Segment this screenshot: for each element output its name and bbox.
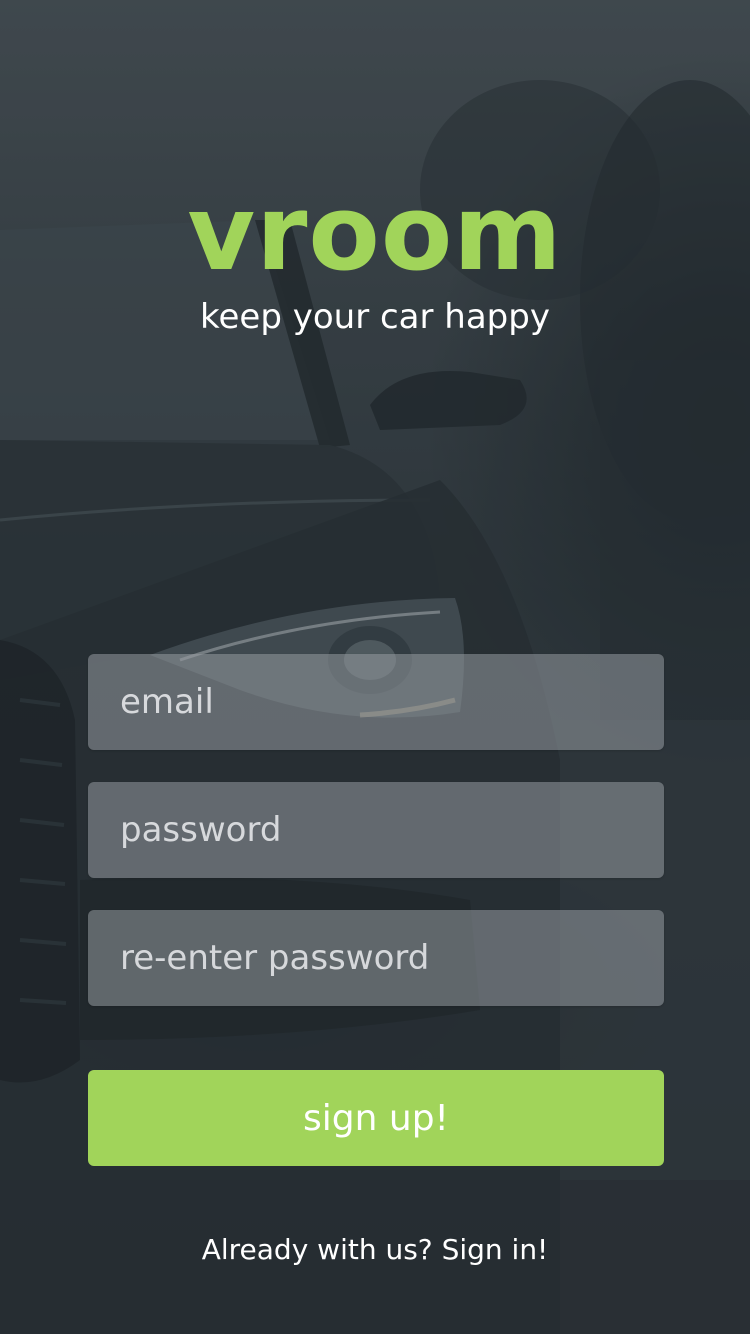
password-field[interactable] — [88, 782, 664, 878]
email-field[interactable] — [88, 654, 664, 750]
password-field-container — [88, 782, 664, 878]
sign-up-button[interactable]: sign up! — [88, 1070, 664, 1166]
brand-tagline: keep your car happy — [200, 297, 550, 337]
email-field-container — [88, 654, 664, 750]
brand-logo: vroom — [187, 172, 563, 294]
reenter-password-field-container — [88, 910, 664, 1006]
reenter-password-field[interactable] — [88, 910, 664, 1006]
sign-in-link[interactable]: Already with us? Sign in! — [0, 1230, 750, 1270]
